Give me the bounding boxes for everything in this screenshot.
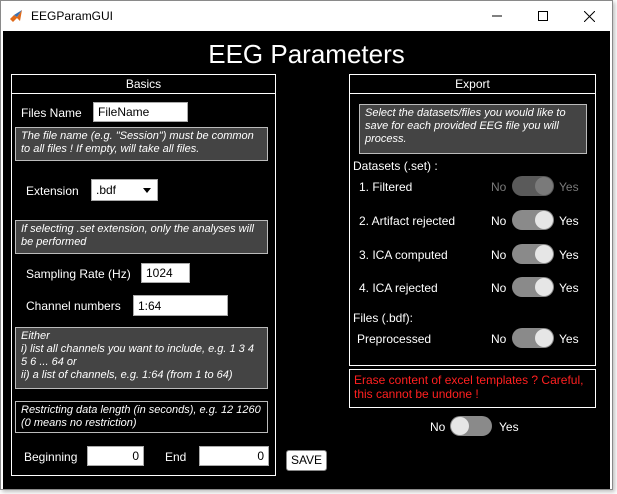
files-name-input[interactable]: [93, 102, 188, 122]
save-button[interactable]: SAVE: [286, 450, 327, 471]
extension-select[interactable]: .bdf: [91, 179, 158, 201]
title-bar: EEGParamGUI: [1, 1, 612, 31]
erase-no-label: No: [430, 420, 446, 434]
maximize-button[interactable]: [520, 1, 566, 31]
filtered-no-label: No: [491, 180, 507, 194]
preprocessed-no-label: No: [491, 332, 507, 346]
chevron-down-icon: [143, 188, 151, 193]
extension-note: If selecting .set extension, only the an…: [15, 220, 268, 254]
ica-computed-label: 3. ICA computed: [359, 248, 448, 262]
ica-computed-no-label: No: [491, 248, 507, 262]
export-note: Select the datasets/files you would like…: [359, 104, 587, 154]
page-title: EEG Parameters: [208, 39, 405, 69]
beginning-input[interactable]: [87, 446, 144, 466]
end-input[interactable]: [199, 446, 269, 466]
artifact-rejected-label: 2. Artifact rejected: [359, 214, 456, 228]
preprocessed-label: Preprocessed: [357, 332, 432, 346]
basics-panel: Basics Files Name The file name (e.g. "S…: [11, 74, 276, 476]
basics-header: Basics: [12, 75, 275, 94]
preprocessed-toggle[interactable]: [512, 328, 554, 348]
toggle-knob: [535, 278, 553, 296]
files-name-note: The file name (e.g. "Session") must be c…: [15, 127, 268, 161]
files-name-label: Files Name: [21, 106, 82, 120]
preprocessed-yes-label: Yes: [559, 332, 579, 346]
channel-numbers-note: Either i) list all channels you want to …: [15, 327, 268, 389]
matlab-icon: [9, 9, 23, 23]
minimize-button[interactable]: [474, 1, 520, 31]
app-client-area: EEG Parameters Basics Files Name The fil…: [3, 31, 610, 489]
toggle-knob: [451, 417, 469, 435]
beginning-label: Beginning: [24, 450, 78, 464]
artifact-rejected-yes-label: Yes: [559, 214, 579, 228]
toggle-knob: [535, 211, 553, 229]
channel-numbers-input[interactable]: [133, 295, 228, 316]
ica-rejected-yes-label: Yes: [559, 281, 579, 295]
restrict-data-note: Restricting data length (in seconds), e.…: [15, 401, 268, 433]
artifact-rejected-no-label: No: [491, 214, 507, 228]
app-window: EEGParamGUI EEG Parameters Basics Files …: [0, 0, 613, 490]
extension-selected-value: .bdf: [96, 183, 117, 197]
export-header: Export: [350, 75, 595, 94]
ica-computed-yes-label: Yes: [559, 248, 579, 262]
extension-label: Extension: [26, 184, 79, 198]
toggle-knob: [535, 329, 553, 347]
channel-numbers-label: Channel numbers: [26, 299, 121, 313]
end-label: End: [165, 450, 187, 464]
filtered-toggle[interactable]: [512, 176, 554, 196]
toggle-knob: [535, 177, 553, 195]
sampling-rate-input[interactable]: [141, 263, 190, 283]
close-button[interactable]: [566, 1, 612, 31]
erase-toggle[interactable]: [450, 416, 492, 436]
sampling-rate-label: Sampling Rate (Hz): [26, 267, 131, 281]
ica-computed-toggle[interactable]: [512, 244, 554, 264]
export-panel: Export Select the datasets/files you wou…: [349, 74, 596, 366]
erase-warning: Erase content of excel templates ? Caref…: [349, 369, 596, 408]
ica-rejected-no-label: No: [491, 281, 507, 295]
artifact-rejected-toggle[interactable]: [512, 210, 554, 230]
files-bdf-label: Files (.bdf):: [353, 311, 414, 325]
filtered-yes-label: Yes: [559, 180, 579, 194]
erase-yes-label: Yes: [499, 420, 519, 434]
datasets-label: Datasets (.set) :: [353, 159, 438, 173]
filtered-label: 1. Filtered: [359, 180, 413, 194]
window-title: EEGParamGUI: [31, 9, 114, 23]
ica-rejected-label: 4. ICA rejected: [359, 281, 438, 295]
toggle-knob: [535, 245, 553, 263]
ica-rejected-toggle[interactable]: [512, 277, 554, 297]
